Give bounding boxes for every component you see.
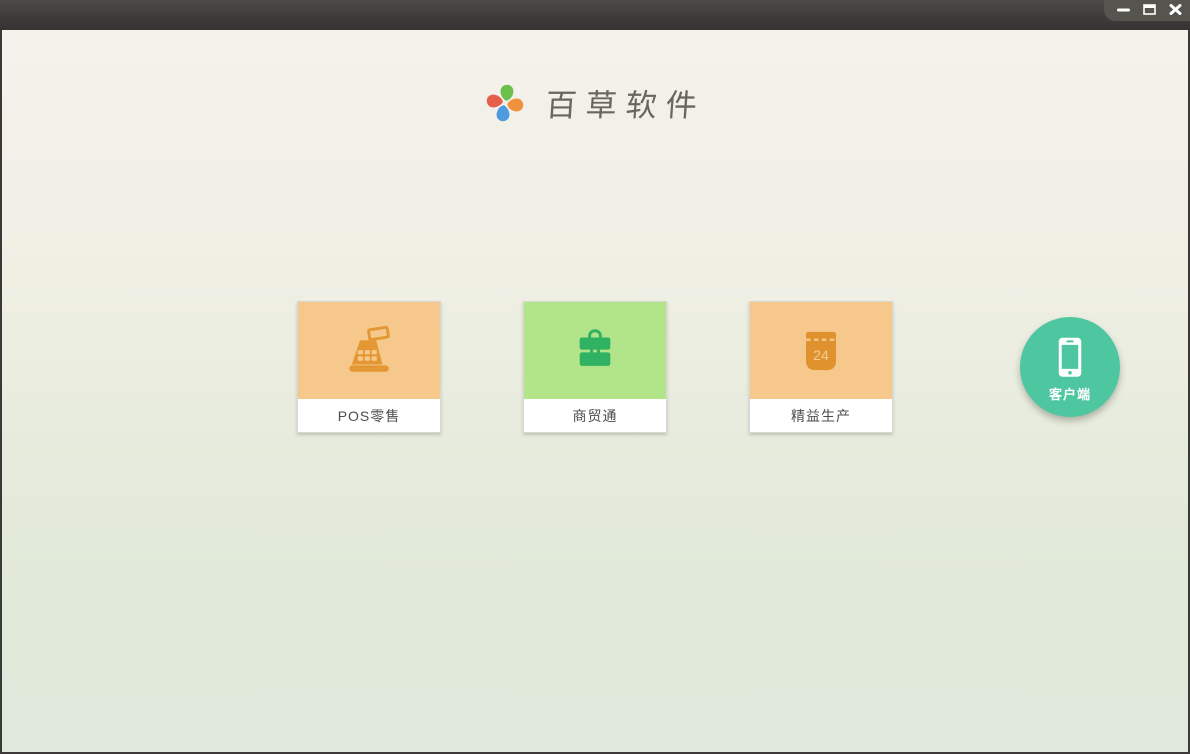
minimize-button[interactable] xyxy=(1114,2,1132,17)
product-label: POS零售 xyxy=(298,399,440,432)
trade-card-tile xyxy=(524,302,666,399)
product-label: 商贸通 xyxy=(524,399,666,432)
smartphone-icon xyxy=(1058,337,1082,377)
product-cards: POS零售 商贸通 24 精益生产 xyxy=(297,301,893,433)
title-bar[interactable] xyxy=(0,0,1190,30)
client-button-label: 客户端 xyxy=(1048,387,1091,402)
product-label: 精益生产 xyxy=(750,399,892,432)
maximize-icon xyxy=(1142,4,1156,15)
close-button[interactable] xyxy=(1166,2,1184,17)
calendar-icon: 24 xyxy=(806,331,836,370)
product-card-lean[interactable]: 24 精益生产 xyxy=(749,301,893,433)
product-card-pos[interactable]: POS零售 xyxy=(297,301,441,433)
product-card-trade[interactable]: 商贸通 xyxy=(523,301,667,433)
app-logo: 百草软件 xyxy=(2,80,1188,125)
pos-card-tile xyxy=(298,302,440,399)
pinwheel-logo-icon xyxy=(486,84,524,121)
cash-register-icon xyxy=(349,325,390,372)
client-button[interactable]: 客户端 xyxy=(1020,317,1120,417)
minimize-icon xyxy=(1116,8,1130,12)
content-area: 百草软件 POS零售 商贸通 24 精益生产 客户端 xyxy=(2,30,1188,752)
close-icon xyxy=(1169,4,1181,15)
briefcase-icon xyxy=(579,328,611,366)
app-name: 百草软件 xyxy=(544,88,708,124)
lean-card-tile: 24 xyxy=(750,302,892,399)
window-frame: 百草软件 POS零售 商贸通 24 精益生产 客户端 xyxy=(0,0,1190,754)
window-controls xyxy=(1104,0,1190,21)
calendar-day-text: 24 xyxy=(813,348,829,364)
maximize-button[interactable] xyxy=(1140,2,1158,17)
